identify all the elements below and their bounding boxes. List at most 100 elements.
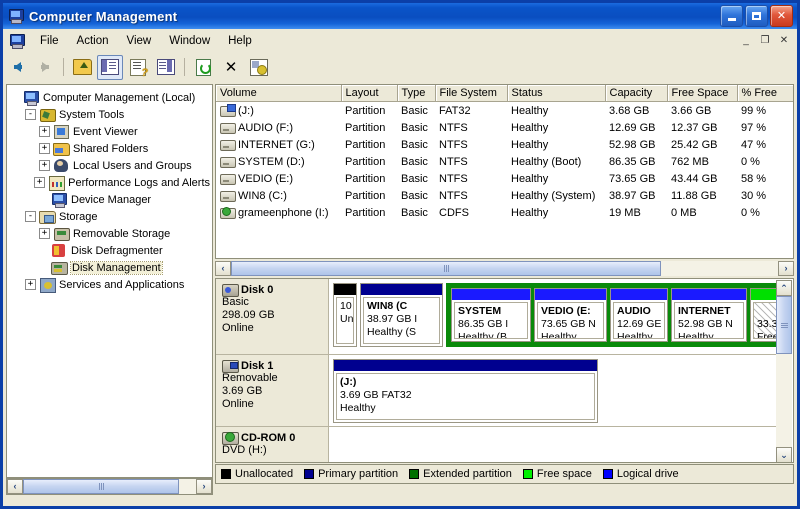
tree-item-local-users-and-groups[interactable]: + Local Users and Groups [11, 157, 210, 174]
volume-row[interactable]: VEDIO (E:) Partition Basic NTFS Healthy 73.65… [216, 170, 793, 187]
console-tree-pane[interactable]: Computer Management (Local) - System Tools… [6, 84, 213, 478]
tree-item-device-manager[interactable]: Device Manager [11, 191, 210, 208]
tree-item-system-tools[interactable]: - System Tools [11, 106, 210, 123]
volume-row[interactable]: WIN8 (C:) Partition Basic NTFS Healthy (Syst… [216, 187, 793, 204]
volume-layout-cell: Partition [345, 206, 386, 219]
column-header-type[interactable]: Type [397, 85, 436, 102]
collapse-box-icon[interactable]: - [25, 109, 36, 120]
disk-scroll-down-arrow[interactable]: ⌄ [776, 447, 792, 462]
tree-item-services-and-applications[interactable]: + Services and Applications [11, 276, 210, 293]
partition-block[interactable]: WIN8 (C 38.97 GB I Healthy (S [360, 283, 443, 347]
expand-box-icon[interactable]: + [39, 228, 50, 239]
tree-item-computer-management-local[interactable]: Computer Management (Local) [11, 89, 210, 106]
console-tree-hscrollbar[interactable]: ‹ › [6, 478, 213, 495]
partition-block[interactable]: 33.35 GBFree spac [750, 288, 778, 342]
menu-window[interactable]: Window [160, 32, 219, 50]
volume-row[interactable]: grameenphone (I:) Partition Basic CDFS Healt… [216, 204, 793, 221]
column-header-free-space[interactable]: Free Space [667, 85, 738, 102]
disk-scroll-thumb[interactable] [776, 296, 792, 354]
vol-scroll-thumb[interactable] [231, 260, 661, 276]
disk-graphical-pane[interactable]: Disk 0 Basic 298.09 GB Online 10 Un WIN8 (C 38.… [215, 278, 794, 463]
refresh-icon [195, 58, 211, 76]
scroll-thumb[interactable] [23, 479, 179, 494]
close-button[interactable]: ✕ [770, 5, 793, 27]
back-button[interactable] [4, 55, 30, 80]
disk-partitions: 10 Un WIN8 (C 38.97 GB I Healthy (S SYSTEM 86.… [329, 279, 778, 354]
expand-box-icon[interactable]: + [39, 126, 50, 137]
vol-scroll-right-arrow[interactable]: › [778, 260, 794, 276]
menu-file[interactable]: File [31, 32, 68, 50]
partition-block[interactable]: VEDIO (E: 73.65 GB N Healthy [534, 288, 607, 342]
disk-pane-vscrollbar[interactable]: ⌃ ⌄ [776, 280, 792, 462]
tree-item-event-viewer[interactable]: + Event Viewer [11, 123, 210, 140]
tree-item-removable-storage[interactable]: + Removable Storage [11, 225, 210, 242]
scroll-right-arrow[interactable]: › [196, 479, 212, 494]
tree-item-shared-folders[interactable]: + Shared Folders [11, 140, 210, 157]
volume-list-hscrollbar[interactable]: ‹ › [215, 259, 794, 277]
forward-button[interactable] [32, 55, 58, 80]
column-header-layout[interactable]: Layout [341, 85, 398, 102]
partition-line-3: Free spac [757, 331, 778, 339]
disk-scroll-track[interactable] [776, 296, 792, 447]
menu-help[interactable]: Help [219, 32, 261, 50]
volume-row[interactable]: AUDIO (F:) Partition Basic NTFS Healthy 12.69… [216, 119, 793, 136]
maximize-button[interactable] [745, 5, 768, 27]
scroll-track[interactable] [23, 479, 196, 494]
volume-type-cell: Basic [401, 104, 428, 117]
partition-block[interactable]: (J:) 3.69 GB FAT32 Healthy [333, 359, 598, 423]
volume-list-pane[interactable]: Volume Layout Type File System Status Capacit… [215, 84, 794, 259]
disk-header[interactable]: Disk 0 Basic 298.09 GB Online [216, 279, 329, 354]
column-header-volume[interactable]: Volume [216, 85, 342, 102]
menu-action[interactable]: Action [68, 32, 118, 50]
tree-item-storage[interactable]: - Storage [11, 208, 210, 225]
partition-line-3: Healthy (B [458, 331, 508, 339]
up-one-level-button[interactable] [69, 55, 95, 80]
expand-box-icon[interactable]: + [39, 160, 50, 171]
disk-row[interactable]: Disk 0 Basic 298.09 GB Online 10 Un WIN8 (C 38.… [216, 279, 778, 355]
column-header-file-system[interactable]: File System [435, 85, 508, 102]
vol-scroll-track[interactable] [231, 260, 778, 276]
partition-block[interactable]: AUDIO 12.69 GE Healthy [610, 288, 668, 342]
volume-filesystem-cell: CDFS [439, 206, 469, 219]
column-header-capacity[interactable]: Capacity [605, 85, 668, 102]
disk-row[interactable]: Disk 1 Removable 3.69 GB Online (J:) 3.69 GB … [216, 355, 778, 427]
tree-item-disk-management[interactable]: Disk Management [11, 259, 210, 276]
disk-scroll-up-arrow[interactable]: ⌃ [776, 280, 792, 296]
partition-block[interactable]: SYSTEM 86.35 GB I Healthy (B [451, 288, 531, 342]
extended-partition-container[interactable]: SYSTEM 86.35 GB I Healthy (B VEDIO (E: 73.65… [446, 283, 778, 347]
properties-button[interactable] [125, 55, 151, 80]
partition-block[interactable]: INTERNET 52.98 GB N Healthy [671, 288, 747, 342]
volume-row[interactable]: (J:) Partition Basic FAT32 Healthy 3.68 GB 3.6… [216, 102, 793, 120]
scroll-left-arrow[interactable]: ‹ [7, 479, 23, 494]
show-hide-console-tree-button[interactable] [97, 54, 123, 80]
disk-header[interactable]: CD-ROM 0 DVD (H:) [216, 427, 329, 462]
column-header-status[interactable]: Status [507, 85, 606, 102]
mdi-minimize-button[interactable]: _ [737, 32, 755, 50]
expand-box-icon[interactable]: + [25, 279, 36, 290]
column-header-free[interactable]: % Free [737, 85, 793, 102]
menu-view[interactable]: View [118, 32, 161, 50]
partition-block[interactable]: 10 Un [333, 283, 357, 347]
tree-item-performance-logs-and-alerts[interactable]: + Performance Logs and Alerts [11, 174, 210, 191]
drive-icon [220, 156, 236, 168]
volume-row[interactable]: SYSTEM (D:) Partition Basic NTFS Healthy (Bo… [216, 153, 793, 170]
expand-box-icon[interactable]: + [34, 177, 46, 188]
mdi-restore-button[interactable]: ❐ [756, 32, 774, 50]
toolbar: ✕ [3, 53, 797, 82]
collapse-box-icon[interactable]: - [25, 211, 36, 222]
vol-scroll-left-arrow[interactable]: ‹ [215, 260, 231, 276]
expand-box-icon[interactable]: + [39, 143, 50, 154]
delete-button[interactable]: ✕ [218, 55, 244, 80]
minimize-button[interactable] [720, 5, 743, 27]
mdi-close-button[interactable]: ✕ [775, 32, 793, 50]
window-controls: ✕ [720, 5, 793, 27]
drive-icon [220, 122, 236, 134]
refresh-button[interactable] [190, 55, 216, 80]
show-hide-action-pane-button[interactable] [153, 55, 179, 80]
export-list-button[interactable] [246, 55, 272, 80]
disk-header[interactable]: Disk 1 Removable 3.69 GB Online [216, 355, 329, 426]
volume-row[interactable]: INTERNET (G:) Partition Basic NTFS Healthy 52… [216, 136, 793, 153]
tree-item-disk-defragmenter[interactable]: Disk Defragmenter [11, 242, 210, 259]
partition-info: 33.35 GBFree spac [753, 302, 778, 339]
disk-row[interactable]: CD-ROM 0 DVD (H:) [216, 427, 778, 462]
